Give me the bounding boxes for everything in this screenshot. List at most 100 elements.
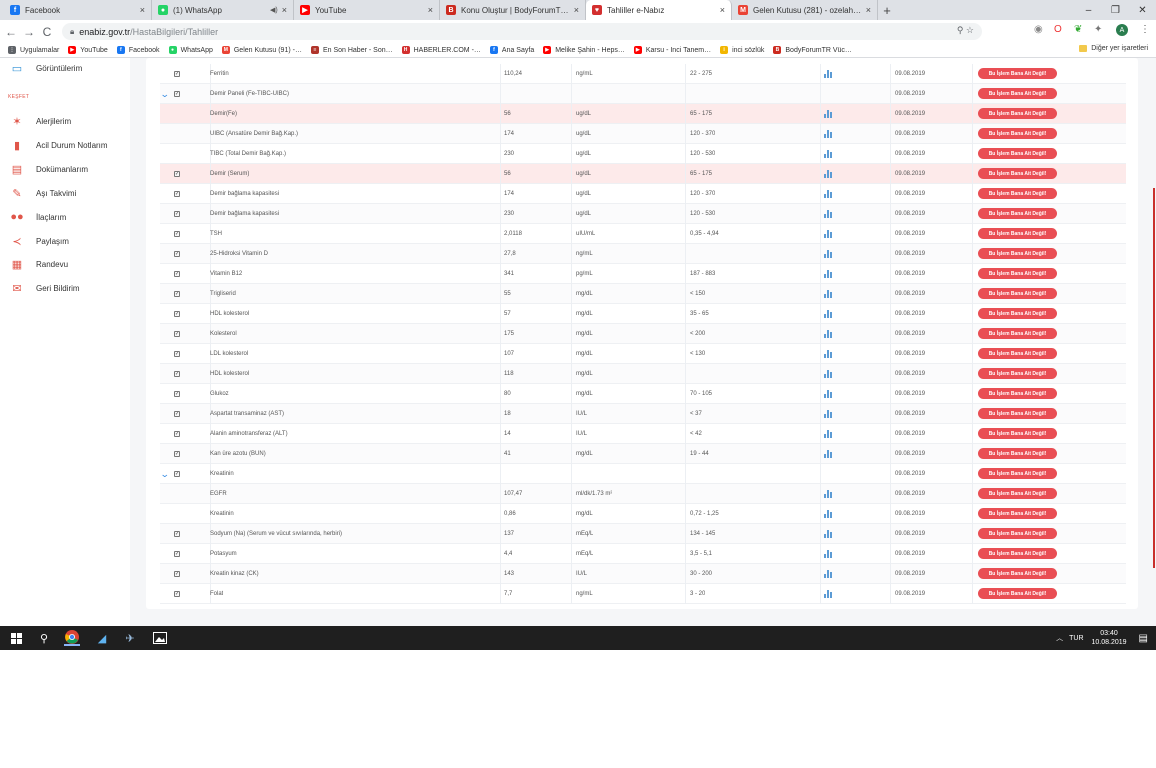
bookmark-item[interactable]: ▶ Melike Şahin - Heps… bbox=[543, 46, 625, 54]
table-row[interactable]: ✓ Alanin aminotransferaz (ALT) 14 IU/L < 42 0… bbox=[160, 424, 1126, 444]
browser-menu-icon[interactable]: ⋮ bbox=[1140, 24, 1150, 35]
not-mine-button[interactable]: Bu İşlem Bana Ait Değil! bbox=[978, 308, 1057, 319]
row-checkbox[interactable]: ✓ bbox=[174, 91, 180, 97]
bookmark-item[interactable]: H HABERLER.COM -… bbox=[401, 46, 481, 54]
chrome-taskbar-icon[interactable] bbox=[64, 630, 80, 646]
tab-audio-icon[interactable]: ◀) bbox=[270, 6, 278, 14]
photos-app-icon[interactable] bbox=[152, 630, 168, 646]
not-mine-button[interactable]: Bu İşlem Bana Ait Değil! bbox=[978, 248, 1057, 259]
app-icon-2[interactable]: ✈ bbox=[122, 630, 138, 646]
not-mine-button[interactable]: Bu İşlem Bana Ait Değil! bbox=[978, 548, 1057, 559]
row-checkbox[interactable]: ✓ bbox=[174, 71, 180, 77]
row-checkbox[interactable]: ✓ bbox=[174, 451, 180, 457]
bar-chart-icon[interactable] bbox=[824, 490, 832, 498]
bar-chart-icon[interactable] bbox=[824, 510, 832, 518]
table-row[interactable]: UIBC (Ansatüre Demir Bağ.Kap.) 174 ug/dL 12… bbox=[160, 124, 1126, 144]
bar-chart-icon[interactable] bbox=[824, 250, 832, 258]
not-mine-button[interactable]: Bu İşlem Bana Ait Değil! bbox=[978, 568, 1057, 579]
page-scrollbar-thumb[interactable] bbox=[1153, 188, 1155, 568]
bar-chart-icon[interactable] bbox=[824, 170, 832, 178]
bar-chart-icon[interactable] bbox=[824, 570, 832, 578]
clock[interactable]: 03:40 10.08.2019 bbox=[1092, 629, 1127, 647]
not-mine-button[interactable]: Bu İşlem Bana Ait Değil! bbox=[978, 128, 1057, 139]
zoom-and-bookmark-star-icon[interactable]: ⚲ ☆ bbox=[957, 25, 974, 36]
table-row[interactable]: ✓ Demir bağlama kapasitesi 174 ug/dL 120 - 3… bbox=[160, 184, 1126, 204]
bookmark-item[interactable]: B BodyForumTR Vüc… bbox=[773, 46, 852, 54]
table-row[interactable]: ✓ LDL kolesterol 107 mg/dL < 130 09.08.2019 Bu… bbox=[160, 344, 1126, 364]
not-mine-button[interactable]: Bu İşlem Bana Ait Değil! bbox=[978, 268, 1057, 279]
not-mine-button[interactable]: Bu İşlem Bana Ait Değil! bbox=[978, 408, 1057, 419]
bookmark-item[interactable]: i inci sözlük bbox=[720, 46, 764, 54]
table-row[interactable]: ✓ Kolesterol 175 mg/dL < 200 09.08.2019 Bu İşl… bbox=[160, 324, 1126, 344]
row-checkbox[interactable]: ✓ bbox=[174, 591, 180, 597]
not-mine-button[interactable]: Bu İşlem Bana Ait Değil! bbox=[978, 348, 1057, 359]
bar-chart-icon[interactable] bbox=[824, 190, 832, 198]
table-row[interactable]: ✓ Potasyum 4,4 mEq/L 3,5 - 5,1 09.08.2019 Bu İ… bbox=[160, 544, 1126, 564]
sidebar-item[interactable]: ✶ Alerjilerim bbox=[10, 115, 71, 128]
bookmark-item[interactable]: ▶ YouTube bbox=[68, 46, 108, 54]
table-row[interactable]: ✓ Demir (Serum) 56 ug/dL 65 - 175 09.08.2019 B… bbox=[160, 164, 1126, 184]
tab-close-icon[interactable]: × bbox=[574, 5, 579, 15]
restore-button[interactable]: ❐ bbox=[1102, 0, 1129, 20]
not-mine-button[interactable]: Bu İşlem Bana Ait Değil! bbox=[978, 368, 1057, 379]
table-row[interactable]: ⌄ ✓ Kreatinin 09.08.2019 Bu İşlem Bana Ait D… bbox=[160, 464, 1126, 484]
bookmark-item[interactable]: ⋮ Uygulamalar bbox=[8, 46, 59, 54]
bookmark-item[interactable]: ▶ Karsu - Inci Tanem… bbox=[633, 46, 711, 54]
bar-chart-icon[interactable] bbox=[824, 530, 832, 538]
extension-leaf-icon[interactable]: ❦ bbox=[1074, 24, 1082, 35]
bookmark-item[interactable]: ≡ En Son Haber - Son… bbox=[310, 46, 393, 54]
windows-start-icon[interactable] bbox=[8, 630, 24, 646]
not-mine-button[interactable]: Bu İşlem Bana Ait Değil! bbox=[978, 488, 1057, 499]
tab-close-icon[interactable]: × bbox=[866, 5, 871, 15]
sidebar-item[interactable]: ▦ Randevu bbox=[10, 258, 68, 271]
row-checkbox[interactable]: ✓ bbox=[174, 331, 180, 337]
bookmark-item[interactable]: M Gelen Kutusu (91) -… bbox=[221, 46, 302, 54]
row-checkbox[interactable]: ✓ bbox=[174, 351, 180, 357]
browser-tab[interactable]: M Gelen Kutusu (281) - ozelahmet1… × bbox=[732, 0, 878, 20]
language-indicator[interactable]: TUR bbox=[1069, 635, 1083, 642]
extension-puzzle-icon[interactable]: ✦ bbox=[1094, 24, 1102, 35]
tab-close-icon[interactable]: × bbox=[140, 5, 145, 15]
row-checkbox[interactable]: ✓ bbox=[174, 311, 180, 317]
not-mine-button[interactable]: Bu İşlem Bana Ait Değil! bbox=[978, 208, 1057, 219]
browser-tab[interactable]: f Facebook × bbox=[4, 0, 152, 20]
row-checkbox[interactable]: ✓ bbox=[174, 231, 180, 237]
row-checkbox[interactable]: ✓ bbox=[174, 171, 180, 177]
row-checkbox[interactable]: ✓ bbox=[174, 291, 180, 297]
bar-chart-icon[interactable] bbox=[824, 210, 832, 218]
not-mine-button[interactable]: Bu İşlem Bana Ait Değil! bbox=[978, 108, 1057, 119]
row-checkbox[interactable]: ✓ bbox=[174, 431, 180, 437]
not-mine-button[interactable]: Bu İşlem Bana Ait Değil! bbox=[978, 188, 1057, 199]
bar-chart-icon[interactable] bbox=[824, 410, 832, 418]
sidebar-item[interactable]: ▮ Acil Durum Notlarım bbox=[10, 139, 108, 152]
browser-tab[interactable]: ▶ YouTube × bbox=[294, 0, 440, 20]
row-checkbox[interactable]: ✓ bbox=[174, 391, 180, 397]
other-bookmarks[interactable]: Diğer yer işaretleri bbox=[1079, 45, 1148, 52]
not-mine-button[interactable]: Bu İşlem Bana Ait Değil! bbox=[978, 88, 1057, 99]
row-checkbox[interactable]: ✓ bbox=[174, 371, 180, 377]
new-tab-button[interactable]: + bbox=[878, 0, 896, 20]
bookmark-item[interactable]: f Ana Sayfa bbox=[489, 46, 534, 54]
table-row[interactable]: EGFR 107,47 ml/dk/1.73 m² 09.08.2019 Bu İşle… bbox=[160, 484, 1126, 504]
bar-chart-icon[interactable] bbox=[824, 150, 832, 158]
not-mine-button[interactable]: Bu İşlem Bana Ait Değil! bbox=[978, 68, 1057, 79]
table-row[interactable]: Kreatinin 0,86 mg/dL 0,72 - 1,25 09.08.2019 B… bbox=[160, 504, 1126, 524]
table-row[interactable]: ⌄ ✓ Demir Paneli (Fe-TIBC-UIBC) 09.08.2019 B… bbox=[160, 84, 1126, 104]
notification-icon[interactable]: ▤ bbox=[1139, 633, 1148, 644]
sidebar-item[interactable]: ●● İlaçlarım bbox=[10, 211, 66, 223]
table-row[interactable]: ✓ Demir bağlama kapasitesi 230 ug/dL 120 - 5… bbox=[160, 204, 1126, 224]
table-row[interactable]: ✓ Kreatin kinaz (CK) 143 IU/L 30 - 200 09.08.… bbox=[160, 564, 1126, 584]
not-mine-button[interactable]: Bu İşlem Bana Ait Değil! bbox=[978, 428, 1057, 439]
table-row[interactable]: ✓ 25-Hidroksi Vitamin D 27,8 ng/mL 09.08.201… bbox=[160, 244, 1126, 264]
table-row[interactable]: Demir(Fe) 56 ug/dL 65 - 175 09.08.2019 Bu İşl… bbox=[160, 104, 1126, 124]
browser-tab[interactable]: ♥ Tahliller e-Nabız × bbox=[586, 0, 732, 20]
table-row[interactable]: ✓ Glukoz 80 mg/dL 70 - 105 09.08.2019 Bu İşlem… bbox=[160, 384, 1126, 404]
row-checkbox[interactable]: ✓ bbox=[174, 211, 180, 217]
bar-chart-icon[interactable] bbox=[824, 70, 832, 78]
row-checkbox[interactable]: ✓ bbox=[174, 271, 180, 277]
bookmark-item[interactable]: f Facebook bbox=[116, 46, 160, 54]
bar-chart-icon[interactable] bbox=[824, 390, 832, 398]
table-row[interactable]: ✓ TSH 2,0118 uIU/mL 0,35 - 4,94 09.08.2019 Bu … bbox=[160, 224, 1126, 244]
bar-chart-icon[interactable] bbox=[824, 450, 832, 458]
bar-chart-icon[interactable] bbox=[824, 550, 832, 558]
